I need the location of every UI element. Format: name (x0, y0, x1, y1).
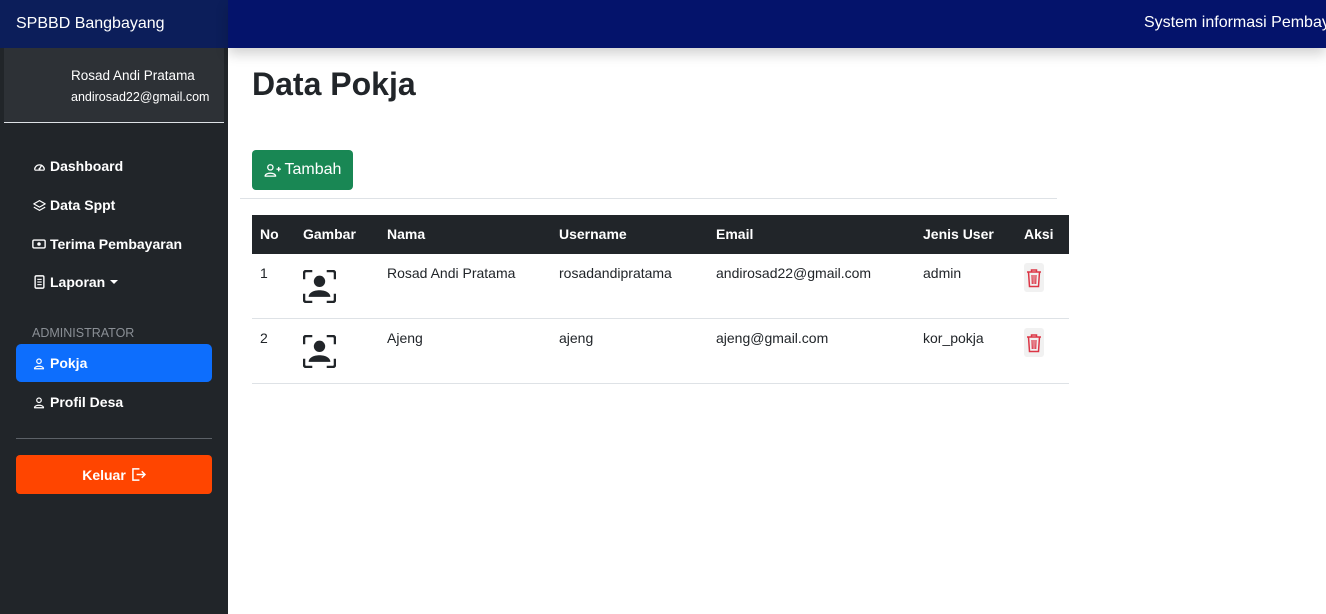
sidebar-item-label: Dashboard (50, 158, 124, 174)
sidebar-item-label: Terima Pembayaran (50, 236, 183, 252)
section-label: ADMINISTRATOR (32, 326, 135, 340)
sidebar-item-pokja[interactable]: Pokja (16, 344, 212, 382)
person-bounding-box-icon (302, 269, 337, 304)
add-button-label: Tambah (284, 161, 342, 178)
cell-email: andirosad22@gmail.com (716, 265, 872, 281)
person-icon (32, 356, 46, 370)
user-panel: Rosad Andi Pratama andirosad22@gmail.com (4, 48, 224, 123)
header-aksi: Aksi (1024, 226, 1054, 242)
cell-no: 1 (260, 265, 268, 281)
header-no: No (260, 226, 279, 242)
delete-button[interactable] (1024, 328, 1044, 357)
sidebar-item-label: Profil Desa (50, 394, 124, 410)
trash-icon (1027, 333, 1041, 352)
delete-button[interactable] (1024, 263, 1044, 292)
cell-jenis-user: kor_pokja (923, 330, 984, 346)
header-gambar: Gambar (303, 226, 356, 242)
table-row: 1 Rosad Andi Pratama rosadandipratama an… (252, 254, 1069, 319)
sidebar-item-profil-desa[interactable]: Profil Desa (16, 383, 212, 421)
sidebar-item-terima-pembayaran[interactable]: Terima Pembayaran (16, 225, 212, 263)
person-icon (32, 395, 46, 409)
logout-icon (131, 468, 146, 481)
cell-email: ajeng@gmail.com (716, 330, 829, 346)
trash-icon (1027, 268, 1041, 287)
speedometer-icon (32, 159, 46, 173)
person-bounding-box-icon (302, 334, 337, 369)
sidebar: SPBBD Bangbayang Rosad Andi Pratama andi… (0, 0, 228, 614)
logout-label: Keluar (82, 466, 126, 483)
table-header: No Gambar Nama Username Email Jenis User… (252, 215, 1069, 254)
header-nama: Nama (387, 226, 426, 242)
content-divider (240, 198, 1057, 199)
cell-nama: Ajeng (387, 330, 423, 346)
cell-username: ajeng (559, 330, 594, 346)
table-row: 2 Ajeng ajeng ajeng@gmail.com kor_pokja (252, 319, 1069, 384)
sidebar-item-label: Data Sppt (50, 197, 116, 213)
sidebar-item-laporan[interactable]: Laporan (16, 263, 212, 301)
cell-no: 2 (260, 330, 268, 346)
chevron-down-icon (110, 280, 119, 284)
cell-jenis-user: admin (923, 265, 962, 281)
sidebar-divider (16, 438, 212, 439)
user-name: Rosad Andi Pratama (71, 68, 195, 83)
sidebar-item-label: Laporan (50, 274, 106, 290)
layers-icon (32, 198, 46, 212)
cell-nama: Rosad Andi Pratama (387, 265, 516, 281)
cell-username: rosadandipratama (559, 265, 672, 281)
cash-icon (32, 237, 46, 251)
brand-title[interactable]: SPBBD Bangbayang (0, 0, 228, 48)
header-jenis-user: Jenis User (923, 226, 994, 242)
person-plus-icon (264, 164, 281, 177)
user-email: andirosad22@gmail.com (71, 90, 210, 104)
file-icon (32, 275, 46, 289)
top-navbar: System informasi Pembay (228, 0, 1326, 48)
logout-button[interactable]: Keluar (16, 455, 212, 494)
sidebar-item-data-sppt[interactable]: Data Sppt (16, 186, 212, 224)
sidebar-item-dashboard[interactable]: Dashboard (16, 147, 212, 185)
add-button[interactable]: Tambah (252, 150, 353, 190)
pokja-table: No Gambar Nama Username Email Jenis User… (252, 215, 1069, 384)
page-title: Data Pokja (252, 66, 416, 102)
sidebar-item-label: Pokja (50, 355, 88, 371)
header-email: Email (716, 226, 754, 242)
header-username: Username (559, 226, 627, 242)
system-title: System informasi Pembay (1144, 14, 1326, 31)
